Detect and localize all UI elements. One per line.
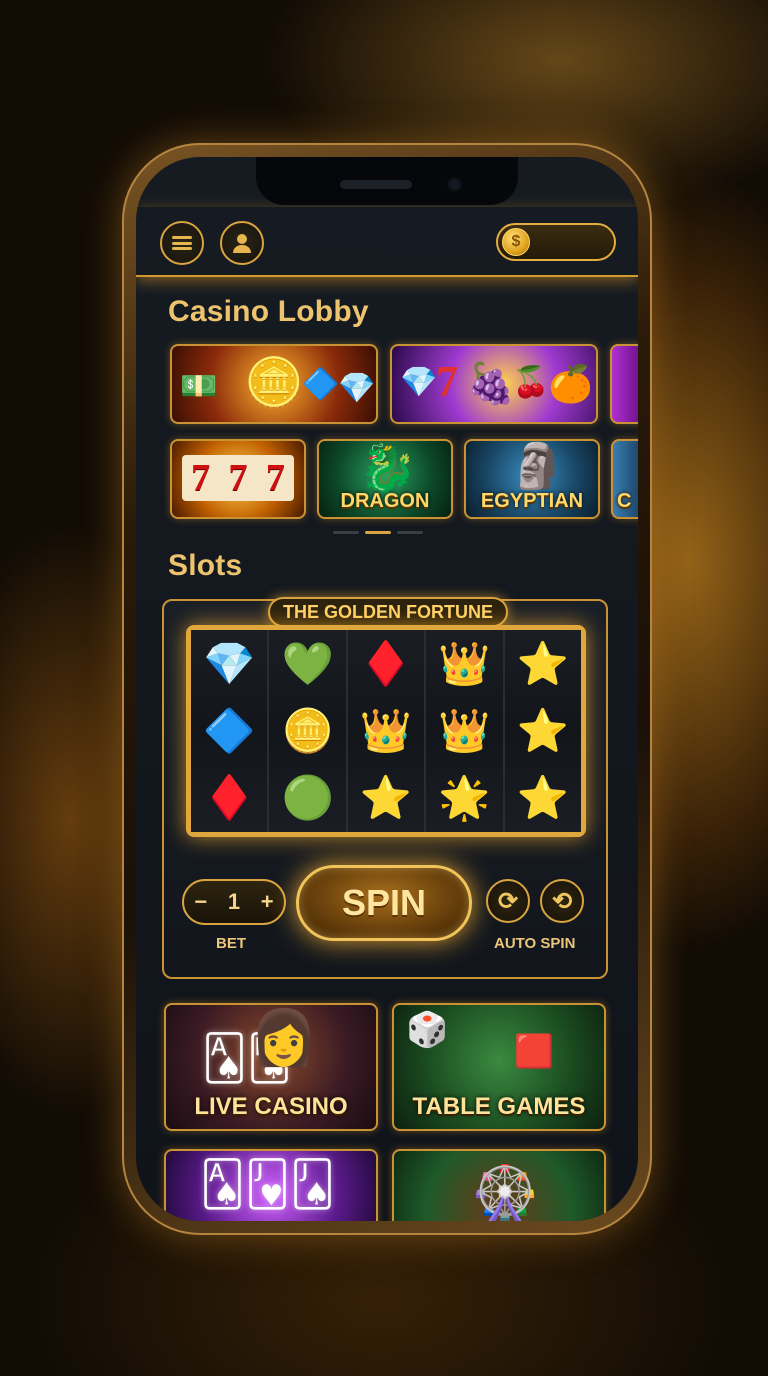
pharaoh-icon: 🗿 <box>510 442 565 491</box>
reel: 👑 👑 🌟 <box>426 630 505 832</box>
carousel-dot[interactable] <box>333 531 359 534</box>
reel-symbol: ⭐ <box>516 706 569 754</box>
refresh-button[interactable]: ⟳ <box>486 879 530 923</box>
seven-symbol: 7 <box>265 457 285 499</box>
table-games-label: TABLE GAMES <box>412 1093 586 1120</box>
reel-symbol: 💎 <box>203 639 256 687</box>
roulette-card[interactable]: 🎡 <box>392 1149 606 1221</box>
bet-increase-button[interactable]: + <box>261 889 274 915</box>
table-games-card[interactable]: 🎲 🟥 TABLE GAMES <box>392 1003 606 1131</box>
coin-symbol: $ <box>511 233 521 250</box>
spin-button[interactable]: SPIN <box>296 865 472 941</box>
reel: 💚 🪙 🟢 <box>269 630 348 832</box>
auto-spin-button[interactable]: ⟲ <box>540 879 584 923</box>
orange-icon: 🍊 <box>548 363 593 404</box>
reel-symbol: 👑 <box>438 706 491 754</box>
phone-frame: $ Casino Lobby 💵 🪙 🔷 💎 💎 7 🍇 🍒 🍊 7 7 7 🐉… <box>122 143 652 1235</box>
poker-card[interactable]: 🂡🂻🂫 <box>164 1149 378 1221</box>
dragon-label: DRAGON <box>340 490 430 512</box>
game-tile-partial-2[interactable]: C <box>611 439 638 519</box>
reel-symbol: 🪙 <box>281 706 334 754</box>
purple-gem-icon: 💎 <box>338 372 376 405</box>
lobby-title: Casino Lobby <box>168 295 369 328</box>
menu-button[interactable] <box>160 221 204 265</box>
bet-decrease-button[interactable]: − <box>194 889 207 915</box>
reel-symbol: ⭐ <box>359 774 413 822</box>
user-icon <box>233 234 251 253</box>
reel-symbol: ⭐ <box>516 639 569 687</box>
reel-symbol: 🌟 <box>438 774 491 822</box>
reel: 💎 🔷 ♦️ <box>191 630 270 832</box>
reels-window: 💎 🔷 ♦️ 💚 🪙 🟢 ♦️ 👑 ⭐ 👑 👑 🌟 ⭐ ⭐ ⭐ <box>186 625 586 837</box>
sevens-reel: 7 7 7 <box>182 455 294 501</box>
carousel-dot[interactable] <box>397 531 423 534</box>
game-tile-777[interactable]: 7 7 7 <box>170 439 306 519</box>
reel-symbol: 👑 <box>359 706 413 754</box>
dragon-icon: 🐉 <box>359 442 417 494</box>
roulette-wheel-icon: 🎡 <box>470 1163 540 1222</box>
phone-notch <box>256 157 518 205</box>
gold-coin-icon: 🪙 <box>244 357 304 410</box>
front-camera <box>449 179 460 190</box>
reel-symbol: 💚 <box>281 639 334 687</box>
refresh-icon: ⟳ <box>497 887 519 915</box>
coin-icon: $ <box>502 228 530 256</box>
roulette-table-icon: 🟥 <box>514 1033 554 1069</box>
bet-label: BET <box>216 935 246 952</box>
reel-symbol: ⭐ <box>516 774 569 822</box>
reel: ⭐ ⭐ ⭐ <box>504 630 582 832</box>
partial-label: C <box>617 490 632 512</box>
coin-balance[interactable]: $ <box>496 223 616 261</box>
reel-symbol: ♦️ <box>203 774 256 822</box>
reel: ♦️ 👑 ⭐ <box>347 630 427 832</box>
auto-spin-label: AUTO SPIN <box>494 935 576 952</box>
slot-machine-panel: THE GOLDEN FORTUNE 💎 🔷 ♦️ 💚 🪙 🟢 ♦️ 👑 ⭐ 👑… <box>162 597 608 979</box>
app-screen: $ Casino Lobby 💵 🪙 🔷 💎 💎 7 🍇 🍒 🍊 7 7 7 🐉… <box>136 157 638 1221</box>
game-tile-fruits[interactable]: 💎 7 🍇 🍒 🍊 <box>390 344 598 424</box>
hamburger-menu-icon <box>172 236 192 250</box>
slots-title: Slots <box>168 549 243 582</box>
bet-stepper: − 1 + <box>182 879 286 925</box>
live-casino-label: LIVE CASINO <box>194 1093 348 1120</box>
blue-gem-icon: 🔷 <box>302 368 340 401</box>
slot-machine-title: THE GOLDEN FORTUNE <box>268 597 508 627</box>
auto-spin-icon: ⟲ <box>551 887 573 915</box>
reel-symbol: ♦️ <box>359 639 413 687</box>
seven-symbol: 7 <box>228 457 248 499</box>
seven-icon: 7 <box>436 357 458 406</box>
game-tile-egyptian[interactable]: 🗿 EGYPTIAN <box>464 439 600 519</box>
game-tile-golden-treasures[interactable]: 💵 🪙 🔷 💎 <box>170 344 378 424</box>
reel-symbol: 🟢 <box>281 774 334 822</box>
dealer-icon: 👩 <box>250 1008 318 1068</box>
carousel-dot-active[interactable] <box>365 531 391 534</box>
top-bar: $ <box>136 207 638 277</box>
speaker-grille <box>340 180 412 189</box>
seven-symbol: 7 <box>191 457 211 499</box>
cash-icon: 💵 <box>180 370 218 403</box>
carousel-dots <box>333 531 423 534</box>
bet-value: 1 <box>227 889 241 914</box>
chips-icon: 🎲 <box>406 1011 449 1049</box>
game-tile-dragon[interactable]: 🐉 DRAGON <box>317 439 453 519</box>
game-tile-partial[interactable] <box>610 344 638 424</box>
card-hand-icon: 🂡🂻🂫 <box>200 1160 336 1209</box>
reel-symbol: 👑 <box>438 639 491 687</box>
cherry-icon: 🍒 <box>512 366 550 399</box>
profile-button[interactable] <box>220 221 264 265</box>
egyptian-label: EGYPTIAN <box>480 490 584 512</box>
live-casino-card[interactable]: 🂡🂮 👩 LIVE CASINO <box>164 1003 378 1131</box>
diamond-icon: 💎 <box>400 366 438 399</box>
plum-icon: 🍇 <box>466 362 516 406</box>
reel-symbol: 🔷 <box>203 706 256 754</box>
